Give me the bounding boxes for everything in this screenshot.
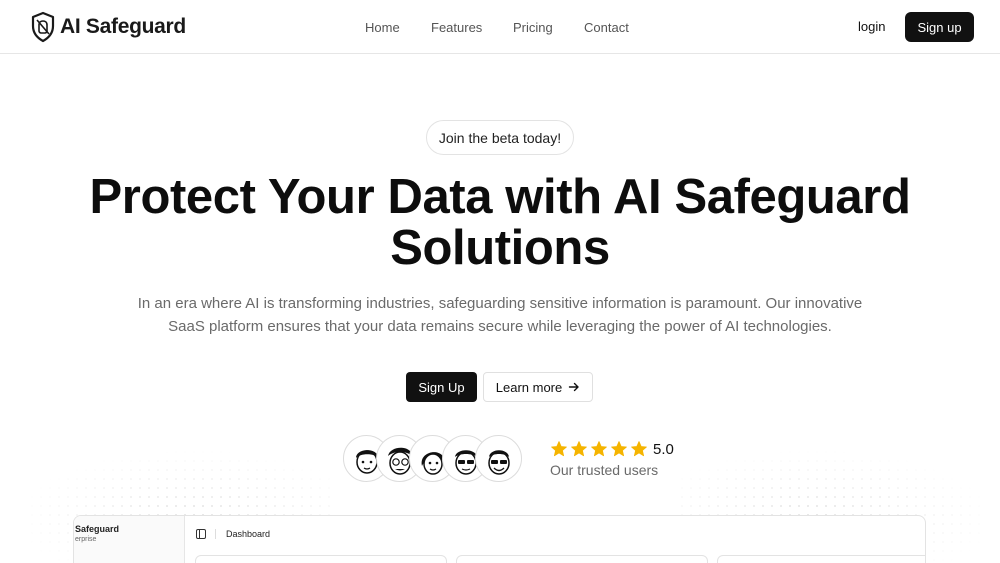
hero-signup-button[interactable]: Sign Up [406, 372, 477, 402]
dashboard-brand: Safeguard [75, 524, 120, 534]
breadcrumb[interactable]: Dashboard [226, 529, 270, 539]
brand-logo[interactable]: AI Safeguard [30, 11, 186, 43]
shield-icon [31, 11, 55, 43]
hero-title-line1: Protect Your Data with AI Safeguard [89, 170, 911, 224]
signup-button[interactable]: Sign up [905, 12, 974, 42]
star-icon [591, 441, 607, 457]
login-link[interactable]: login [858, 19, 885, 34]
nav-pricing[interactable]: Pricing [513, 20, 584, 35]
dashboard-card [456, 555, 708, 563]
star-icon [611, 441, 627, 457]
hero-title: Protect Your Data with AI Safeguard Solu… [0, 172, 1000, 274]
rating-score: 5.0 [653, 440, 674, 458]
dashboard-topbar: Dashboard [185, 516, 925, 552]
star-icon [551, 441, 567, 457]
site-header: AI Safeguard Home Features Pricing Conta… [0, 0, 1000, 54]
hero-subtitle-line2: SaaS platform ensures that your data rem… [168, 318, 832, 335]
topbar-divider [215, 529, 216, 539]
dashboard-card [717, 555, 925, 563]
sidebar-toggle-icon[interactable] [196, 529, 206, 539]
learn-more-button[interactable]: Learn more [483, 372, 593, 402]
user-avatars [343, 435, 523, 482]
hero-subtitle-line1: In an era where AI is transforming indus… [137, 295, 863, 312]
dashboard-plan: erprise [75, 536, 97, 543]
star-icon [571, 441, 587, 457]
dashboard-preview: Safeguard erprise Dashboard [73, 515, 926, 563]
dashboard-sidebar: Safeguard erprise [74, 516, 185, 563]
brand-name: AI Safeguard [60, 15, 186, 38]
star-rating: 5.0 [550, 440, 674, 458]
nav-contact[interactable]: Contact [584, 20, 644, 35]
beta-badge[interactable]: Join the beta today! [426, 120, 574, 155]
arrow-right-icon [569, 382, 579, 392]
rating-block: 5.0 Our trusted users [550, 440, 674, 479]
nav-features[interactable]: Features [431, 20, 513, 35]
avatar [475, 435, 522, 482]
main-nav: Home Features Pricing Contact [365, 20, 644, 35]
hero-title-line2: Solutions [390, 221, 610, 275]
star-icon [631, 441, 647, 457]
avatar-illustration-icon [488, 450, 510, 475]
trusted-users-label: Our trusted users [550, 462, 659, 478]
learn-more-label: Learn more [495, 379, 563, 395]
dashboard-card [195, 555, 447, 563]
hero-subtitle: In an era where AI is transforming indus… [130, 292, 870, 338]
nav-home[interactable]: Home [365, 20, 431, 35]
